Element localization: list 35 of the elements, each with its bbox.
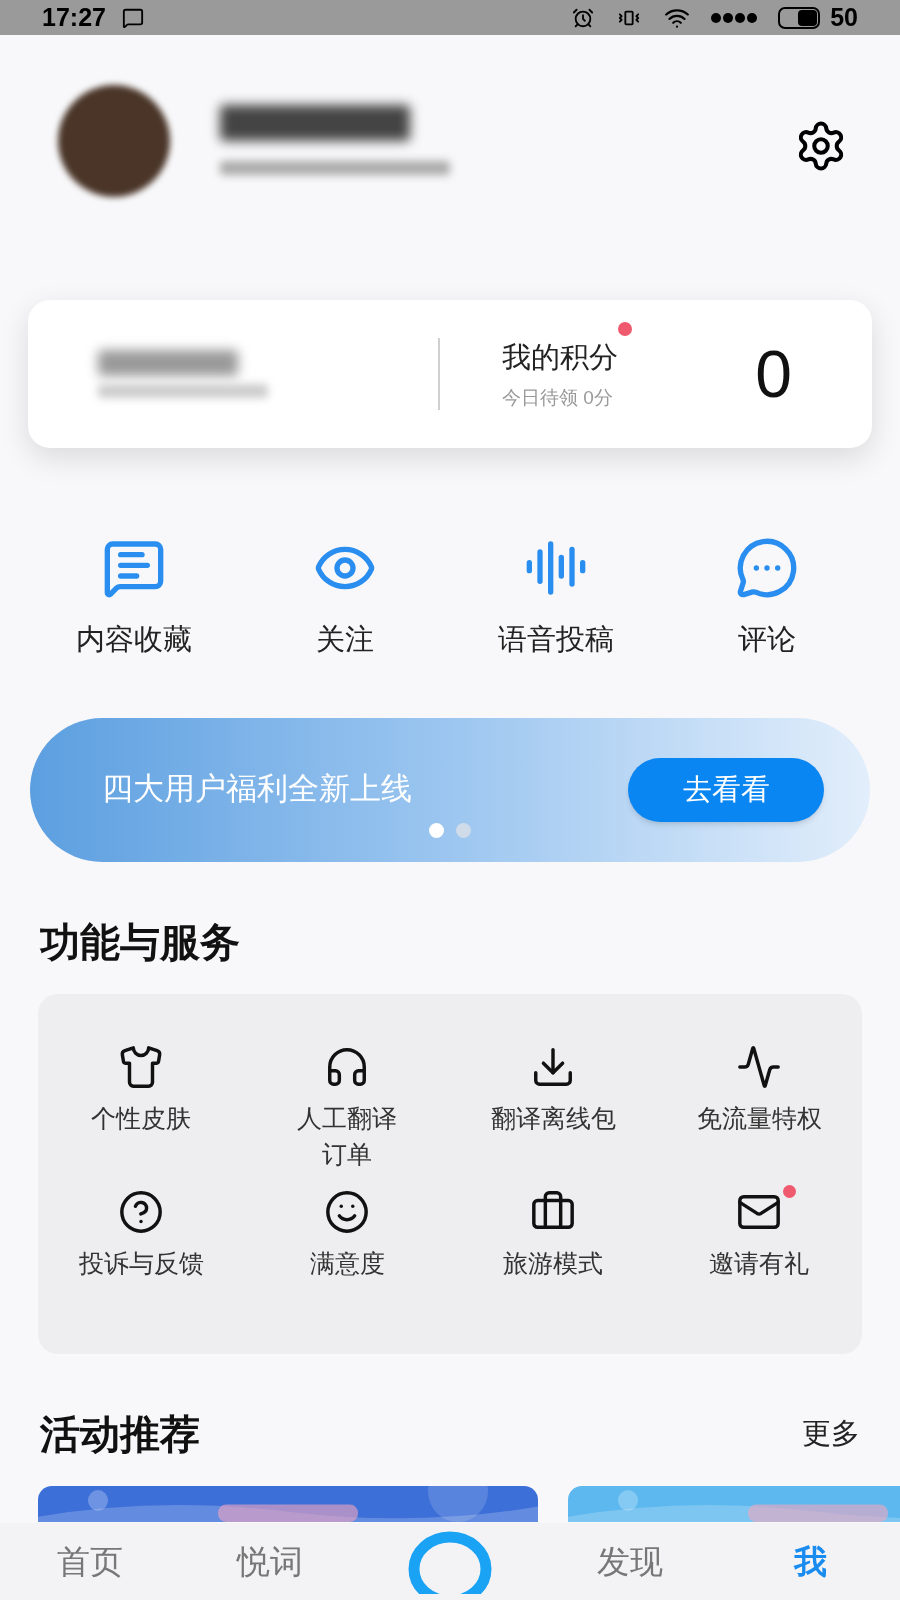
service-label[interactable]: 投诉与反馈 (78, 1244, 204, 1281)
message-icon (121, 6, 144, 29)
service-label[interactable]: 订单 (322, 1135, 372, 1172)
shortcut-label[interactable]: 内容收藏 (75, 618, 192, 662)
service-label[interactable]: 旅游模式 (503, 1244, 603, 1281)
alarm-icon (572, 6, 595, 29)
service-label[interactable]: 免流量特权 (696, 1099, 822, 1136)
signal-icon (710, 10, 759, 25)
service-label[interactable]: 邀请有礼 (709, 1244, 809, 1281)
tab-item[interactable]: 发现 (597, 1536, 663, 1594)
section-title: 功能与服务 (40, 918, 241, 966)
more-link[interactable]: 更多 (802, 1411, 860, 1456)
help-icon[interactable] (118, 1188, 164, 1235)
promo-banner[interactable]: 四大用户福利全新上线 去看看 (30, 717, 870, 862)
banner-text: 四大用户福利全新上线 (102, 770, 412, 809)
tab-item[interactable]: 首页 (57, 1536, 123, 1594)
battery-icon (778, 6, 823, 29)
service-label[interactable]: 翻译离线包 (490, 1099, 616, 1136)
shortcut-label[interactable]: 关注 (315, 618, 374, 662)
banner-button[interactable]: 去看看 (628, 757, 824, 822)
battery-level: 50 (830, 1, 858, 33)
tab-item[interactable]: 悦词 (237, 1536, 303, 1594)
pulse-icon[interactable] (736, 1043, 782, 1090)
service-label[interactable]: 个性皮肤 (91, 1099, 191, 1136)
points-title[interactable]: 我的积分 (502, 336, 618, 380)
service-label[interactable]: 人工翻译 (297, 1099, 397, 1136)
smile-icon[interactable] (324, 1188, 370, 1235)
service-label[interactable]: 满意度 (309, 1244, 385, 1281)
shortcut-label[interactable]: 评论 (737, 618, 796, 662)
section-title: 活动推荐 (40, 1410, 200, 1458)
shirt-icon[interactable] (118, 1043, 164, 1090)
points-value: 0 (755, 335, 792, 413)
points-subtitle: 今日待领 0分 (502, 385, 614, 410)
shortcut-label[interactable]: 语音投稿 (497, 618, 614, 662)
clock-time: 17:27 (42, 1, 106, 33)
